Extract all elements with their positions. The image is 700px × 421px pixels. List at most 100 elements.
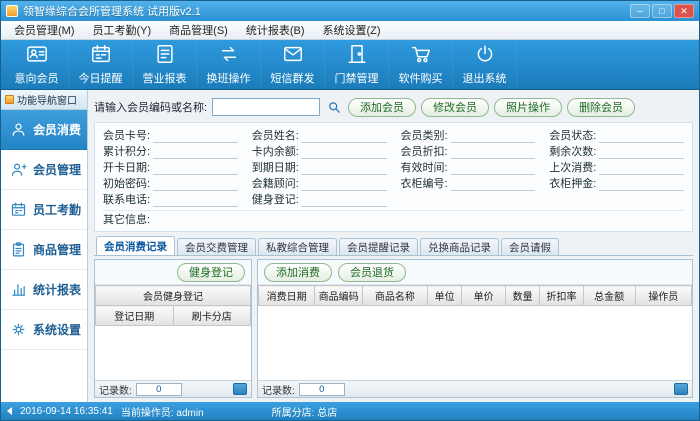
status-operator: 当前操作员: admin: [121, 404, 204, 419]
col-operator[interactable]: 操作员: [634, 285, 693, 306]
toolbar-today-reminder[interactable]: 今日提醒: [69, 40, 133, 89]
col-checkin-date[interactable]: 登记日期: [95, 305, 174, 326]
menu-system-settings[interactable]: 系统设置(Z): [314, 21, 390, 39]
software-purchase-icon: [410, 43, 432, 68]
pager-chip-icon[interactable]: [674, 383, 688, 395]
nav-label: 员工考勤: [33, 203, 82, 217]
field-value: [153, 130, 238, 143]
field-label: 会籍顾问:: [251, 178, 299, 190]
total-points-field: 累计积分:: [103, 143, 238, 159]
field-value: [301, 178, 387, 191]
search-icon[interactable]: [325, 98, 343, 116]
field-value: [153, 178, 238, 191]
field-label: 联系电话:: [103, 194, 151, 206]
field-label: 上次消费:: [549, 162, 597, 174]
nav-label: 会员消费: [33, 123, 82, 137]
system-settings-icon: [12, 323, 25, 336]
add-member-button[interactable]: 添加会员: [348, 97, 417, 117]
menu-goods-manage[interactable]: 商品管理(S): [160, 21, 237, 39]
minimize-button[interactable]: ─: [630, 4, 650, 18]
field-label: 衣柜押金:: [549, 178, 597, 190]
record-count-value: 0: [298, 382, 345, 396]
field-value: [301, 130, 387, 143]
member-category-field: 会员类别:: [401, 127, 536, 143]
nav-panel-icon: [5, 95, 14, 104]
sidebar-item-goods-manage[interactable]: 商品管理: [1, 230, 87, 270]
field-value: [599, 146, 684, 159]
field-label: 会员类别:: [400, 130, 448, 142]
member-manage-icon: [11, 163, 27, 176]
expire-date-field: 到期日期:: [252, 159, 387, 175]
field-label: 衣柜编号:: [400, 178, 448, 190]
consume-panel-footer: 记录数: 0: [258, 380, 692, 397]
checkin-panel-footer: 记录数: 0: [95, 380, 251, 397]
tab-reminder-records[interactable]: 会员提醒记录: [339, 238, 418, 255]
sidebar-item-member-consume[interactable]: 会员消费: [1, 110, 87, 150]
remaining-times-field: 剩余次数:: [549, 143, 684, 159]
sidebar: 功能导航窗口 会员消费 会员管理 员工考勤 商品管理 统计报表 系统设置: [1, 90, 88, 402]
status-nav-icon[interactable]: [7, 407, 12, 415]
tab-consume-records[interactable]: 会员消费记录: [96, 236, 175, 255]
photo-operation-button[interactable]: 照片操作: [494, 97, 563, 117]
fitness-checkin-button[interactable]: 健身登记: [177, 262, 245, 282]
sidebar-item-stats-report[interactable]: 统计报表: [1, 270, 87, 310]
menu-stats-report[interactable]: 统计报表(B): [237, 21, 314, 39]
fitness-register-field: 健身登记:: [252, 191, 387, 207]
menu-member-manage[interactable]: 会员管理(M): [5, 21, 84, 39]
toolbar-access-control[interactable]: 门禁管理: [325, 40, 389, 89]
window-title: 领智缘综合会所管理系统 试用版v2.1: [23, 6, 201, 18]
sidebar-header-label: 功能导航窗口: [17, 96, 77, 107]
member-search-label: 请输入会员编码或名称:: [94, 102, 208, 114]
sidebar-item-system-settings[interactable]: 系统设置: [1, 310, 87, 350]
close-button[interactable]: ✕: [674, 4, 694, 18]
edit-member-button[interactable]: 修改会员: [421, 97, 490, 117]
consume-table-body: [258, 306, 692, 380]
col-consume-date[interactable]: 消费日期: [257, 285, 316, 306]
toolbar-exit-system[interactable]: 退出系统: [453, 40, 517, 89]
sidebar-item-staff-attendance[interactable]: 员工考勤: [1, 190, 87, 230]
tab-exchange-goods-records[interactable]: 兑换商品记录: [420, 238, 499, 255]
main-content: 请输入会员编码或名称: 添加会员 修改会员 照片操作 删除会员 会员卡号: 会员…: [88, 90, 699, 402]
col-goods-name[interactable]: 商品名称: [361, 285, 428, 306]
toolbar-sms-broadcast[interactable]: 短信群发: [261, 40, 325, 89]
maximize-button[interactable]: □: [652, 4, 672, 18]
col-unit[interactable]: 单位: [426, 285, 463, 306]
col-unit-price[interactable]: 单价: [461, 285, 506, 306]
col-total-amount[interactable]: 总金额: [582, 285, 636, 306]
sidebar-item-member-manage[interactable]: 会员管理: [1, 150, 87, 190]
toolbar-label: 意向会员: [14, 73, 59, 85]
toolbar-label: 今日提醒: [78, 73, 123, 85]
tab-member-leave[interactable]: 会员请假: [501, 238, 559, 255]
member-discount-field: 会员折扣:: [401, 143, 536, 159]
pager-chip-icon[interactable]: [233, 383, 247, 395]
delete-member-button[interactable]: 删除会员: [567, 97, 636, 117]
add-consume-button[interactable]: 添加消费: [264, 262, 332, 282]
col-discount-rate[interactable]: 折扣率: [539, 285, 584, 306]
field-label: 其它信息:: [103, 214, 151, 226]
field-label: 累计积分:: [103, 146, 151, 158]
menu-staff-attendance[interactable]: 员工考勤(Y): [84, 21, 161, 39]
toolbar-software-purchase[interactable]: 软件购买: [389, 40, 453, 89]
field-label: 会员折扣:: [400, 146, 448, 158]
record-count-label: 记录数:: [99, 385, 132, 397]
status-datetime: 2016-09-14 16:35:41: [20, 405, 113, 417]
member-consume-icon: [12, 123, 25, 136]
exit-system-icon: [474, 43, 496, 68]
member-refund-button[interactable]: 会员退货: [338, 262, 406, 282]
col-quantity[interactable]: 数量: [504, 285, 541, 306]
locker-deposit-field: 衣柜押金:: [549, 175, 684, 191]
toolbar-business-report[interactable]: 营业报表: [133, 40, 197, 89]
consume-panel: 添加消费 会员退货 消费日期 商品编码 商品名称 单位 单价 数量 折扣率 总金…: [257, 259, 693, 398]
field-label: 初始密码:: [103, 178, 151, 190]
col-checkin-branch[interactable]: 刷卡分店: [172, 305, 251, 326]
toolbar-label: 软件购买: [398, 73, 443, 85]
nav-label: 商品管理: [33, 243, 82, 257]
toolbar-label: 退出系统: [462, 73, 507, 85]
member-search-input[interactable]: [212, 98, 321, 116]
toolbar-intent-member[interactable]: 意向会员: [5, 40, 69, 89]
tab-private-coach-manage[interactable]: 私教综合管理: [258, 238, 337, 255]
col-goods-code[interactable]: 商品编码: [314, 285, 363, 306]
tab-payment-manage[interactable]: 会员交费管理: [177, 238, 256, 255]
toolbar-shift-change[interactable]: 换班操作: [197, 40, 261, 89]
member-card-no-field: 会员卡号:: [103, 127, 238, 143]
